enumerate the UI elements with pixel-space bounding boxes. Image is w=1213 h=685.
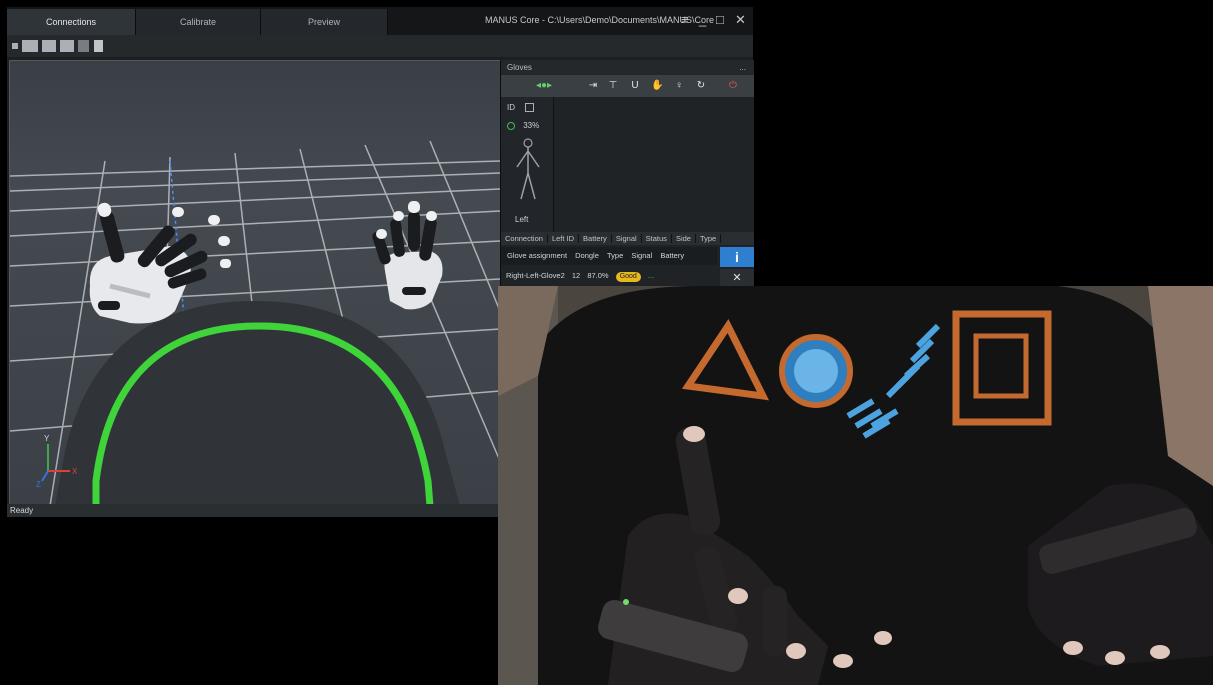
col-signal-2: Signal [631, 251, 653, 260]
gloves-panel: Gloves ... ◂●▸ ⇥ ⊤ U ✋ ♀ ↻ ⏻ ID 33% Left… [500, 60, 754, 289]
view-split-icon[interactable] [42, 40, 56, 52]
refresh-icon[interactable]: ↻ [695, 80, 707, 92]
bulb-icon[interactable]: ♀ [673, 80, 685, 92]
view-toolbar [7, 35, 753, 57]
glove-assignment-label: Glove assignment [507, 251, 568, 260]
minimize-button[interactable]: _ [699, 13, 706, 27]
show-checkbox[interactable] [525, 103, 535, 113]
axis-x-label: X [72, 467, 78, 476]
menu-icon[interactable]: ≡ [681, 13, 689, 27]
figure-label: Left [515, 215, 529, 224]
magnet-icon[interactable]: U [629, 80, 641, 92]
user-icon[interactable]: ◂●▸ [529, 80, 559, 92]
status-badge: Good [615, 272, 641, 282]
view-single-icon[interactable] [12, 43, 18, 49]
power-icon[interactable]: ⏻ [727, 80, 739, 92]
3d-viewport[interactable]: Y X Z [9, 60, 501, 507]
axis-z-label: Z [36, 480, 41, 489]
col-signal[interactable]: Signal [611, 234, 642, 243]
col-dongle: Dongle [575, 251, 599, 260]
col-status[interactable]: Status [641, 234, 672, 243]
signal-value: 33% [523, 121, 540, 130]
col-battery-2: Battery [660, 251, 685, 260]
tab-preview[interactable]: Preview [261, 9, 388, 35]
camera-feed [498, 286, 1213, 685]
col-type[interactable]: Type [695, 234, 722, 243]
tab-connections[interactable]: Connections [7, 9, 136, 35]
id-label: ID [507, 103, 515, 112]
glove-id: 12 [571, 271, 581, 280]
scene-svg: Y X Z [10, 61, 500, 506]
glove-table-header: Connection Left ID Battery Signal Status Side… [501, 232, 754, 245]
body-figure-icon [516, 138, 540, 200]
glove-side-column: ID 33% Left [501, 97, 554, 232]
wrench-icon[interactable]: ⇥ [587, 80, 599, 92]
glove-extra: ... [647, 271, 655, 280]
glove-name: Right-Left-Glove2 [506, 271, 565, 280]
col-battery[interactable]: Battery [579, 234, 612, 243]
col-side[interactable]: Side [671, 234, 696, 243]
col-left-id[interactable]: Left ID [547, 234, 580, 243]
col-connection[interactable]: Connection [501, 234, 548, 243]
glove-row[interactable]: Right-Left-Glove2 12 87.0% Good ... [501, 267, 717, 285]
window-title: MANUS Core - C:\Users\Demo\Documents\MAN… [485, 15, 715, 25]
signal-row: 33% [507, 121, 539, 130]
panel-toolbar: ◂●▸ ⇥ ⊤ U ✋ ♀ ↻ ⏻ [501, 75, 754, 97]
view-grid-icon[interactable] [22, 40, 38, 52]
camera-icon[interactable] [78, 40, 89, 52]
hand-icon[interactable]: ⊤ [607, 80, 619, 92]
close-button[interactable]: ✕ [735, 13, 746, 27]
glove-icon[interactable]: ✋ [651, 80, 663, 92]
text-icon[interactable] [94, 40, 103, 52]
axis-y-label: Y [44, 434, 50, 443]
status-bar: Ready [7, 504, 501, 517]
camera-image [498, 286, 1213, 685]
tab-calibrate[interactable]: Calibrate [136, 9, 261, 35]
view-quad-icon[interactable] [60, 40, 74, 52]
maximize-button[interactable]: □ [716, 13, 724, 27]
id-row: ID [507, 103, 535, 113]
tab-bar: Connections Calibrate Preview MANUS Core… [7, 7, 753, 35]
remove-glove-button[interactable]: ✕ [720, 269, 754, 287]
col-type-2: Type [607, 251, 624, 260]
more-options-icon[interactable]: ... [739, 60, 746, 75]
glove-battery: 87.0% [587, 271, 609, 280]
signal-indicator-icon [507, 121, 515, 130]
panel-title: Gloves [507, 63, 532, 72]
glove-assignment-header: Glove assignment Dongle Type Signal Batt… [501, 247, 717, 265]
info-button[interactable]: i [720, 247, 754, 267]
panel-header: Gloves ... [501, 60, 754, 75]
